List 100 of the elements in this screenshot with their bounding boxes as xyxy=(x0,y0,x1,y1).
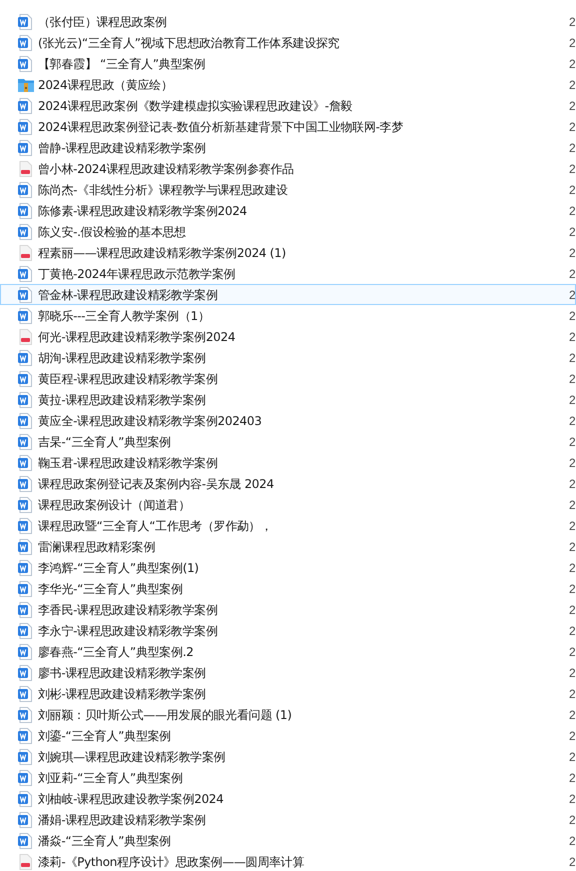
file-row[interactable]: 雷澜课程思政精彩案例 2 xyxy=(0,536,576,557)
file-name: 课程思政案例登记表及案例内容-吴东晟 2024 xyxy=(38,476,274,492)
file-name: 刘婉琪—课程思政建设精彩教学案例 xyxy=(38,748,226,766)
file-name: (张光云)“三全育人”视域下思想政治教育工作体系建设探究 xyxy=(38,34,340,52)
date-cell-text: 2 xyxy=(569,434,575,450)
file-row[interactable]: 潘焱-“三全育人”典型案例 2 xyxy=(0,830,576,851)
file-row[interactable]: 刘柚岐-课程思政建设教学案例2024 2 xyxy=(0,788,576,809)
document-icon xyxy=(18,34,32,50)
file-name: 廖书-课程思政建设精彩教学案例 xyxy=(38,664,206,682)
date-cell-text: 2 xyxy=(569,728,575,744)
file-row[interactable]: 课程思政案例设计（闻道君） 2 xyxy=(0,494,576,515)
file-row[interactable]: 丁黄艳-2024年课程思政示范教学案例 2 xyxy=(0,263,576,284)
file-name: 胡洵-课程思政建设精彩教学案例 xyxy=(38,350,206,366)
file-name: 刘丽颖：贝叶斯公式——用发展的眼光看问题 (1) xyxy=(38,706,292,724)
date-cell-text: 2 xyxy=(569,286,575,304)
file-name: 丁黄艳-2024年课程思政示范教学案例 xyxy=(38,266,236,282)
document-icon xyxy=(18,454,32,470)
file-name: 刘柚岐-课程思政建设教学案例2024 xyxy=(38,790,224,808)
file-row[interactable]: 陈修素-课程思政建设精彩教学案例2024 2 xyxy=(0,200,576,221)
document-icon xyxy=(18,392,32,408)
file-row[interactable]: 陈义安-.假设检验的基本思想 2 xyxy=(0,221,576,242)
file-name: 管金林-课程思政建设精彩教学案例 xyxy=(38,286,218,304)
file-row[interactable]: 管金林-课程思政建设精彩教学案例 2 xyxy=(0,284,576,305)
date-cell-text: 2 xyxy=(569,160,575,178)
date-cell-text: 2 xyxy=(569,244,575,262)
date-cell-text: 2 xyxy=(569,34,575,52)
file-row[interactable]: 2024课程思政案例《数学建模虚拟实验课程思政建设》-詹毅 2 xyxy=(0,95,576,116)
file-row[interactable]: 程素丽——课程思政建设精彩教学案例2024 (1) 2 xyxy=(0,242,576,263)
file-row[interactable]: 黄臣程-课程思政建设精彩教学案例 2 xyxy=(0,368,576,389)
file-name: 黄臣程-课程思政建设精彩教学案例 xyxy=(38,370,218,388)
date-cell-text: 2 xyxy=(569,832,575,850)
date-cell-text: 2 xyxy=(569,224,575,240)
date-cell-text: 2 xyxy=(569,350,575,366)
file-name: 曾小林-2024课程思政建设精彩教学案例参赛作品 xyxy=(38,160,294,178)
file-name: 刘鎏-“三全育人”典型案例 xyxy=(38,728,171,744)
file-row[interactable]: 刘鎏-“三全育人”典型案例 2 xyxy=(0,725,576,746)
document-icon xyxy=(18,140,32,156)
file-name: 黄拉-课程思政建设精彩教学案例 xyxy=(38,392,206,408)
document-icon xyxy=(18,748,32,764)
file-row[interactable]: 廖书-课程思政建设精彩教学案例 2 xyxy=(0,662,576,683)
document-icon xyxy=(18,560,32,576)
document-icon xyxy=(18,266,32,282)
file-row[interactable]: 何光-课程思政建设精彩教学案例2024 2 xyxy=(0,326,576,347)
document-icon xyxy=(18,412,32,428)
document-icon xyxy=(18,370,32,386)
date-cell-text: 2 xyxy=(569,392,575,408)
date-cell-text: 2 xyxy=(569,706,575,724)
file-row[interactable]: 潘娟-课程思政建设精彩教学案例 2 xyxy=(0,809,576,830)
document-icon xyxy=(18,686,32,702)
file-name: 李鸿辉-“三全育人”典型案例(1) xyxy=(38,560,199,576)
file-row[interactable]: 李永宁-课程思政建设精彩教学案例 2 xyxy=(0,620,576,641)
file-row[interactable]: 课程思政案例登记表及案例内容-吴东晟 2024 2 xyxy=(0,473,576,494)
file-row[interactable]: 刘彬-课程思政建设精彩教学案例 2 xyxy=(0,683,576,704)
file-row[interactable]: 曾小林-2024课程思政建设精彩教学案例参赛作品 2 xyxy=(0,158,576,179)
date-cell-text: 2 xyxy=(569,118,575,136)
document-icon xyxy=(18,580,32,596)
date-cell-text: 2 xyxy=(569,182,575,198)
file-name: 黄应全-课程思政建设精彩教学案例202403 xyxy=(38,412,262,430)
file-row[interactable]: 李华光-“三全育人”典型案例 2 xyxy=(0,578,576,599)
file-name: 课程思政案例设计（闻道君） xyxy=(38,496,190,514)
date-cell-text: 2 xyxy=(569,644,575,660)
file-row[interactable]: 鞠玉君-课程思政建设精彩教学案例 2 xyxy=(0,452,576,473)
file-row[interactable]: 刘婉琪—课程思政建设精彩教学案例 2 xyxy=(0,746,576,767)
file-row[interactable]: 刘丽颖：贝叶斯公式——用发展的眼光看问题 (1) 2 xyxy=(0,704,576,725)
file-row[interactable]: 漆莉-《Python程序设计》思政案例——圆周率计算 2 xyxy=(0,851,576,871)
file-row[interactable]: 曾静-课程思政建设精彩教学案例 2 xyxy=(0,137,576,158)
file-row[interactable]: 黄应全-课程思政建设精彩教学案例202403 2 xyxy=(0,410,576,431)
date-cell-text: 2 xyxy=(569,140,575,156)
date-cell-text: 2 xyxy=(569,602,575,618)
file-row[interactable]: 陈尚杰-《非线性分析》课程教学与课程思政建设 2 xyxy=(0,179,576,200)
date-cell-text: 2 xyxy=(569,202,575,220)
file-row[interactable]: 黄拉-课程思政建设精彩教学案例 2 xyxy=(0,389,576,410)
document-icon xyxy=(18,202,32,218)
date-cell-text: 2 xyxy=(569,266,575,282)
file-row[interactable]: 吉杲-“三全育人”典型案例 2 xyxy=(0,431,576,452)
file-row[interactable]: 刘亚莉-“三全育人”典型案例 2 xyxy=(0,767,576,788)
date-cell-text: 2 xyxy=(569,76,575,94)
document-icon xyxy=(18,224,32,240)
date-cell-text: 2 xyxy=(569,686,575,702)
file-row[interactable]: 2024课程思政案例登记表-数值分析新基建背景下中国工业物联网-李梦 2 xyxy=(0,116,576,137)
file-row[interactable]: (张光云)“三全育人”视域下思想政治教育工作体系建设探究 2 xyxy=(0,32,576,53)
file-row[interactable]: 郭晓乐---三全育人教学案例（1） 2 xyxy=(0,305,576,326)
document-icon xyxy=(18,496,32,512)
file-row[interactable]: 廖春燕-“三全育人”典型案例.2 2 xyxy=(0,641,576,662)
file-row[interactable]: 李鸿辉-“三全育人”典型案例(1) 2 xyxy=(0,557,576,578)
date-cell-text: 2 xyxy=(569,496,575,514)
document-icon xyxy=(18,790,32,806)
file-name: 潘娟-课程思政建设精彩教学案例 xyxy=(38,812,206,828)
date-cell-text: 2 xyxy=(569,14,575,30)
date-cell-text: 2 xyxy=(569,854,575,870)
file-row[interactable]: （张付臣）课程思政案例 2 xyxy=(0,11,576,32)
file-row[interactable]: 2024课程思政（黄应绘） 2 xyxy=(0,74,576,95)
date-cell-text: 2 xyxy=(569,790,575,808)
file-row[interactable]: 胡洵-课程思政建设精彩教学案例 2 xyxy=(0,347,576,368)
date-cell-text: 2 xyxy=(569,454,575,472)
file-row[interactable]: 李香民-课程思政建设精彩教学案例 2 xyxy=(0,599,576,620)
file-row[interactable]: 课程思政暨“三全育人“工作思考（罗作勐）， 2 xyxy=(0,515,576,536)
file-name: 雷澜课程思政精彩案例 xyxy=(38,538,156,556)
file-row[interactable]: 【郭春霞】 “三全育人”典型案例 2 xyxy=(0,53,576,74)
file-name: 漆莉-《Python程序设计》思政案例——圆周率计算 xyxy=(38,854,304,870)
